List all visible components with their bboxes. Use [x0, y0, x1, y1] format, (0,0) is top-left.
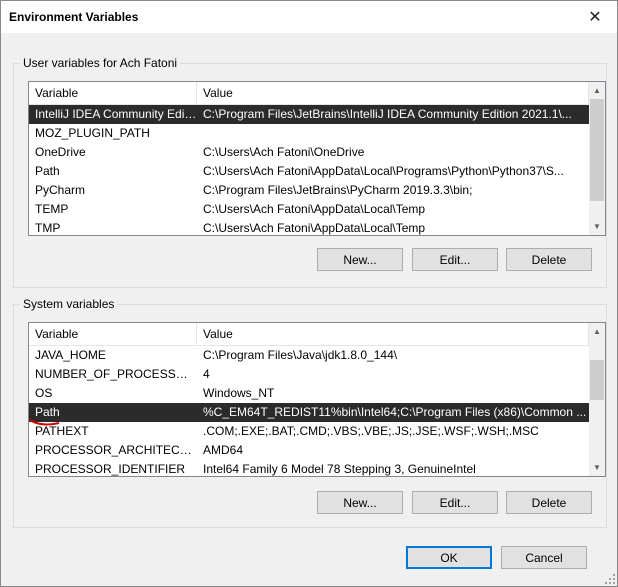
scroll-up-icon[interactable]: ▲: [589, 82, 605, 99]
vertical-scrollbar[interactable]: ▲ ▼: [589, 323, 605, 476]
resize-grip-icon[interactable]: [604, 573, 616, 585]
variable-name: PyCharm: [35, 183, 86, 197]
scroll-thumb[interactable]: [590, 360, 604, 400]
list-header: Variable Value: [29, 82, 589, 105]
window-title: Environment Variables: [9, 10, 139, 24]
scroll-thumb[interactable]: [590, 99, 604, 201]
close-icon[interactable]: ✕: [585, 7, 605, 27]
title-bar: Environment Variables ✕: [1, 1, 617, 33]
list-item[interactable]: NUMBER_OF_PROCESSORS 4: [29, 365, 589, 384]
variable-value: C:\Users\Ach Fatoni\AppData\Local\Temp: [203, 221, 426, 235]
list-item[interactable]: PATHEXT .COM;.EXE;.BAT;.CMD;.VBS;.VBE;.JS…: [29, 422, 589, 441]
list-item[interactable]: Path %C_EM64T_REDIST11%bin\Intel64;C:\Pro…: [29, 403, 589, 422]
variable-name: TMP: [35, 221, 61, 235]
system-edit-button[interactable]: Edit...: [412, 491, 498, 514]
column-header-value[interactable]: Value: [197, 323, 589, 345]
variable-name: NUMBER_OF_PROCESSORS: [35, 367, 197, 381]
variable-value: %C_EM64T_REDIST11%bin\Intel64;C:\Program…: [203, 405, 587, 419]
list-item[interactable]: OS Windows_NT: [29, 384, 589, 403]
list-item[interactable]: Path C:\Users\Ach Fatoni\AppData\Local\Pr…: [29, 162, 589, 181]
variable-value: Windows_NT: [203, 386, 275, 400]
variable-value: 4: [203, 367, 210, 381]
variable-value: C:\Program Files\JetBrains\PyCharm 2019.…: [203, 183, 473, 197]
system-variables-rows: JAVA_HOME C:\Program Files\Java\jdk1.8.0_…: [29, 346, 589, 476]
variable-name: JAVA_HOME: [35, 348, 106, 362]
variable-name: OS: [35, 386, 53, 400]
variable-value: C:\Users\Ach Fatoni\OneDrive: [203, 145, 365, 159]
system-variables-group: System variables Variable Value JAVA_HOM…: [13, 297, 607, 528]
list-item[interactable]: OneDrive C:\Users\Ach Fatoni\OneDrive: [29, 143, 589, 162]
list-item[interactable]: PyCharm C:\Program Files\JetBrains\PyChar…: [29, 181, 589, 200]
variable-name: PROCESSOR_IDENTIFIER: [35, 462, 186, 476]
variable-value: C:\Program Files\JetBrains\IntelliJ IDEA…: [203, 107, 572, 121]
variable-name: TEMP: [35, 202, 69, 216]
variable-name: IntelliJ IDEA Community Editi...: [35, 107, 197, 121]
variable-value: C:\Users\Ach Fatoni\AppData\Local\Temp: [203, 202, 426, 216]
user-edit-button[interactable]: Edit...: [412, 248, 498, 271]
list-item[interactable]: MOZ_PLUGIN_PATH: [29, 124, 589, 143]
variable-name: OneDrive: [35, 145, 86, 159]
user-variables-label: User variables for Ach Fatoni: [20, 56, 181, 70]
user-variables-group: User variables for Ach Fatoni Variable V…: [13, 56, 607, 288]
system-delete-button[interactable]: Delete: [506, 491, 592, 514]
variable-value: .COM;.EXE;.BAT;.CMD;.VBS;.VBE;.JS;.JSE;.…: [203, 424, 539, 438]
scroll-down-icon[interactable]: ▼: [589, 218, 605, 235]
variable-value: [197, 124, 589, 143]
system-variables-list[interactable]: Variable Value JAVA_HOME C:\Program Files…: [28, 322, 606, 477]
list-item[interactable]: PROCESSOR_ARCHITECTURE AMD64: [29, 441, 589, 460]
column-header-value[interactable]: Value: [197, 82, 589, 104]
environment-variables-dialog: Environment Variables ✕ User variables f…: [0, 0, 618, 587]
column-header-variable[interactable]: Variable: [29, 82, 197, 104]
variable-name: MOZ_PLUGIN_PATH: [35, 126, 150, 140]
list-item[interactable]: TMP C:\Users\Ach Fatoni\AppData\Local\Tem…: [29, 219, 589, 235]
ok-button[interactable]: OK: [406, 546, 492, 569]
user-new-button[interactable]: New...: [317, 248, 403, 271]
cancel-button[interactable]: Cancel: [501, 546, 587, 569]
system-new-button[interactable]: New...: [317, 491, 403, 514]
list-item[interactable]: TEMP C:\Users\Ach Fatoni\AppData\Local\Te…: [29, 200, 589, 219]
vertical-scrollbar[interactable]: ▲ ▼: [589, 82, 605, 235]
variable-value: C:\Users\Ach Fatoni\AppData\Local\Progra…: [203, 164, 564, 178]
system-variables-label: System variables: [20, 297, 118, 311]
scroll-down-icon[interactable]: ▼: [589, 459, 605, 476]
user-delete-button[interactable]: Delete: [506, 248, 592, 271]
list-header: Variable Value: [29, 323, 589, 346]
user-variables-list[interactable]: Variable Value IntelliJ IDEA Community E…: [28, 81, 606, 236]
list-item[interactable]: IntelliJ IDEA Community Editi... C:\Progr…: [29, 105, 589, 124]
variable-value: AMD64: [203, 443, 244, 457]
list-item[interactable]: JAVA_HOME C:\Program Files\Java\jdk1.8.0_…: [29, 346, 589, 365]
variable-name: Path: [35, 164, 60, 178]
scroll-up-icon[interactable]: ▲: [589, 323, 605, 340]
list-item[interactable]: PROCESSOR_IDENTIFIER Intel64 Family 6 Mod…: [29, 460, 589, 476]
variable-name: PROCESSOR_ARCHITECTURE: [35, 443, 197, 457]
user-variables-rows: IntelliJ IDEA Community Editi... C:\Progr…: [29, 105, 589, 235]
variable-value: C:\Program Files\Java\jdk1.8.0_144\: [203, 348, 398, 362]
column-header-variable[interactable]: Variable: [29, 323, 197, 345]
red-underline-annotation: [29, 419, 60, 426]
variable-value: Intel64 Family 6 Model 78 Stepping 3, Ge…: [203, 462, 476, 476]
